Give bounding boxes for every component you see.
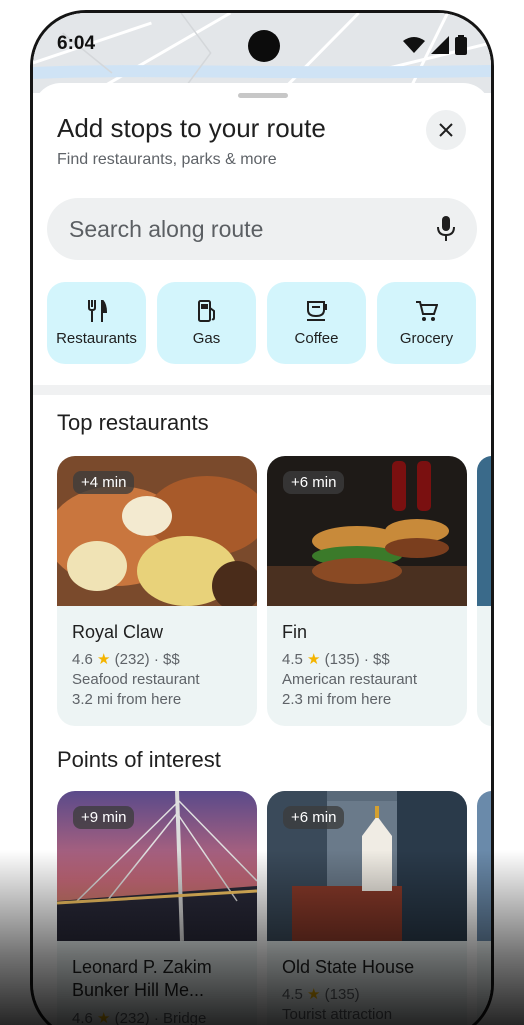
star-icon: ★ — [307, 986, 321, 1004]
chip-coffee[interactable]: Coffee — [267, 282, 366, 364]
poi-card[interactable]: +9 min Leonard P. Zakim Bunker Hill Me..… — [57, 791, 257, 1025]
sheet-title: Add stops to your route — [57, 113, 326, 143]
status-icons — [403, 35, 467, 55]
chip-gas[interactable]: Gas — [157, 282, 256, 364]
section-title-poi: Points of interest — [57, 747, 221, 772]
poi-photo — [477, 791, 491, 941]
sheet-subtitle: Find restaurants, parks & more — [57, 151, 277, 168]
section-divider — [33, 385, 491, 395]
restaurants-carousel: +4 min Royal Claw 4.6 ★ (232) · $$ Seafo… — [57, 456, 491, 726]
chip-restaurants[interactable]: Restaurants — [47, 282, 146, 364]
reviews-count: (135) — [324, 986, 360, 1004]
star-icon: ★ — [97, 1009, 111, 1025]
chip-label: Grocery — [399, 329, 454, 347]
close-button[interactable] — [426, 110, 466, 150]
detour-time-badge: +4 min — [73, 471, 135, 494]
detour-time-badge: +6 min — [283, 806, 345, 829]
restaurant-type: Seafood restaurant — [72, 671, 200, 689]
restaurant-photo — [477, 456, 491, 606]
rating-value: 4.6 — [72, 651, 93, 669]
restaurant-card[interactable]: +4 min Royal Claw 4.6 ★ (232) · $$ Seafo… — [57, 456, 257, 726]
status-time: 6:04 — [57, 33, 96, 54]
poi-name-line1: Leonard P. Zakim — [72, 957, 212, 977]
wifi-icon — [403, 37, 425, 53]
category-chips: Restaurants Gas Coffee Grocery — [47, 282, 476, 364]
restaurant-photo: +6 min — [267, 456, 467, 606]
distance-text: 3.2 mi from here — [72, 691, 182, 709]
reviews-type: (232) · Bridge — [114, 1009, 207, 1025]
poi-name-line2: Bunker Hill Me... — [72, 980, 205, 1001]
reviews-price: (135) · $$ — [324, 651, 390, 669]
poi-card[interactable]: +6 min Old State House 4.5 ★ (135) Touri… — [267, 791, 467, 1025]
search-bar[interactable]: Search along route — [47, 198, 477, 260]
search-placeholder[interactable]: Search along route — [69, 216, 437, 243]
status-bar: 6:04 — [33, 13, 491, 93]
detour-time-badge: +9 min — [73, 806, 135, 829]
poi-type: Tourist attraction — [282, 1006, 393, 1024]
rating-value: 4.5 — [282, 986, 303, 1004]
chip-label: Gas — [192, 329, 221, 347]
section-title-restaurants: Top restaurants — [57, 410, 209, 435]
coffee-cup-icon — [306, 300, 327, 321]
rating-value: 4.5 — [282, 651, 303, 669]
distance-text: 2.3 mi from here — [282, 691, 392, 709]
reviews-price: (232) · $$ — [114, 651, 180, 669]
restaurant-photo: +4 min — [57, 456, 257, 606]
chip-label: Restaurants — [56, 329, 137, 347]
poi-name: Leonard P. Zakim Bunker Hill Me... — [72, 956, 242, 1003]
bottom-sheet: Add stops to your route Find restaurants… — [33, 83, 491, 1025]
rating-value: 4.6 — [72, 1009, 93, 1025]
restaurant-name: Fin — [282, 622, 308, 642]
restaurant-card[interactable]: +6 min Fin 4.5 ★ (135) · $$ American res… — [267, 456, 467, 726]
star-icon: ★ — [97, 651, 111, 669]
star-icon: ★ — [307, 651, 321, 669]
poi-photo: +6 min — [267, 791, 467, 941]
close-icon — [439, 123, 453, 137]
shopping-cart-icon — [415, 300, 438, 321]
rating-line: 4.5 ★ (135) · $$ — [282, 650, 452, 670]
poi-name: Old State House — [282, 957, 415, 977]
drag-handle[interactable] — [238, 93, 288, 98]
poi-carousel: +9 min Leonard P. Zakim Bunker Hill Me..… — [57, 791, 491, 1025]
poi-card-peek[interactable] — [477, 791, 491, 1025]
signal-icon — [431, 36, 449, 54]
chip-label: Coffee — [294, 329, 339, 347]
fork-knife-icon — [87, 299, 107, 322]
poi-photo: +9 min — [57, 791, 257, 941]
gas-pump-icon — [197, 299, 215, 322]
restaurant-type: American restaurant — [282, 671, 418, 689]
restaurant-name: Royal Claw — [72, 622, 164, 642]
rating-line: 4.6 ★ (232) · $$ — [72, 650, 242, 670]
camera-cutout — [248, 30, 280, 62]
rating-line: 4.5 ★ (135) — [282, 985, 452, 1005]
microphone-icon[interactable] — [437, 216, 455, 242]
chip-grocery[interactable]: Grocery — [377, 282, 476, 364]
restaurant-card-peek[interactable] — [477, 456, 491, 726]
detour-time-badge: +6 min — [283, 471, 345, 494]
rating-line: 4.6 ★ (232) · Bridge — [72, 1009, 242, 1025]
phone-frame: 6:04 Add stops to your route Find restau… — [30, 10, 494, 1025]
battery-icon — [455, 35, 467, 55]
